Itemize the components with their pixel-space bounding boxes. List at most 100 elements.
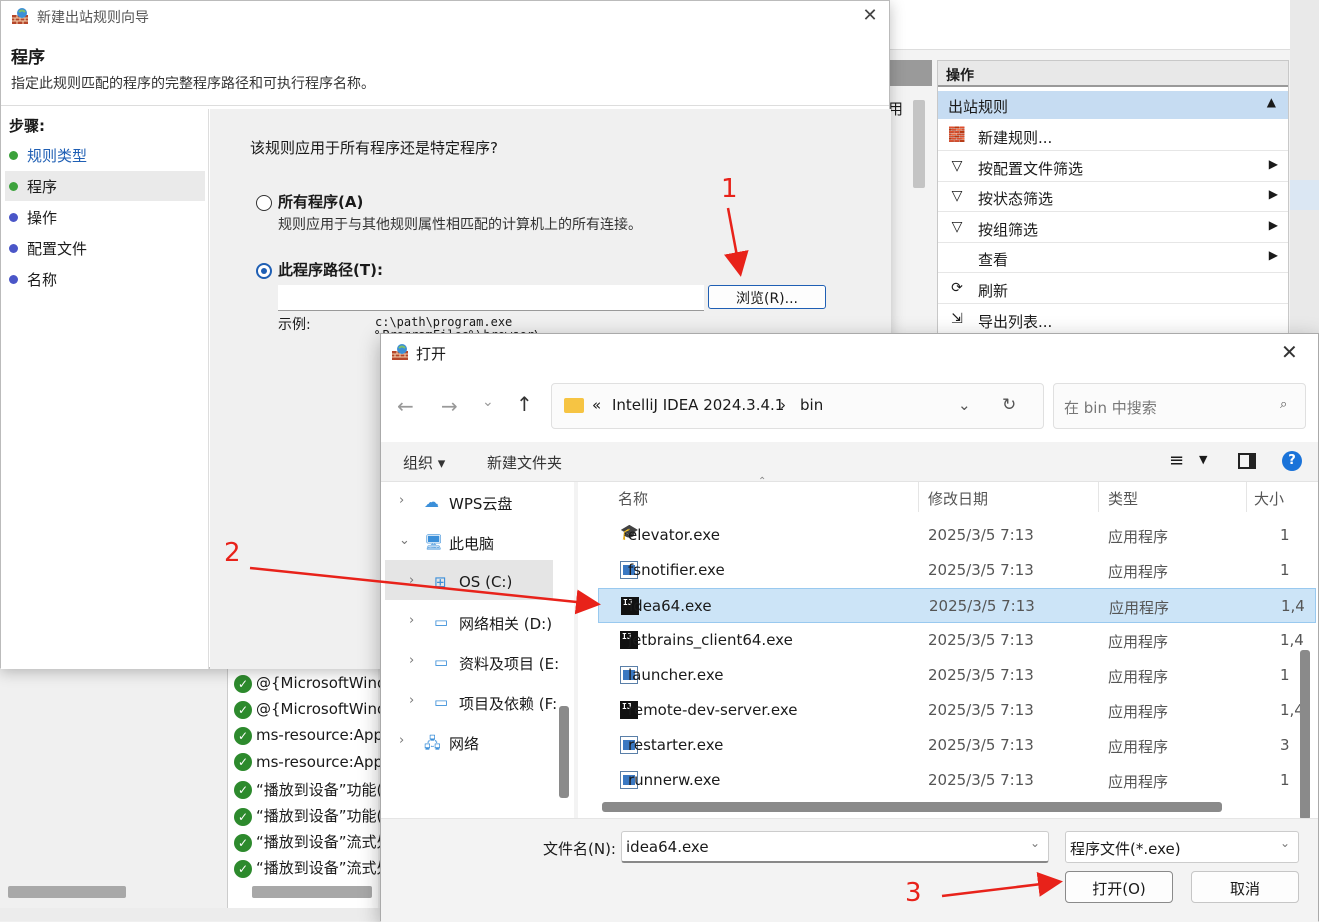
new-folder-button[interactable]: 新建文件夹 <box>487 452 562 473</box>
file-row[interactable]: fsnotifier.exe 2025/3/5 7:13 应用程序 1 <box>598 553 1316 588</box>
bg-h-scrollbar-left[interactable] <box>8 886 126 898</box>
nav-chevron-icon[interactable]: › <box>399 733 404 748</box>
col-size[interactable]: 大小 <box>1254 488 1284 509</box>
col-divider[interactable] <box>1098 482 1099 512</box>
file-type: 应用程序 <box>1108 738 1169 756</box>
wizard-step[interactable]: 操作 <box>5 202 205 232</box>
breadcrumb-overflow[interactable]: « <box>592 396 601 414</box>
rule-row[interactable]: ✓ “播放到设备”功能( <box>234 779 384 805</box>
refresh-icon[interactable]: ↻ <box>1002 395 1016 415</box>
filename-dropdown-icon[interactable]: ⌄ <box>1030 836 1040 850</box>
program-path-input[interactable] <box>278 285 704 311</box>
nav-chevron-icon[interactable]: › <box>409 613 414 628</box>
filetype-select[interactable]: 程序文件(*.exe) ⌄ <box>1065 831 1299 863</box>
nav-item-2[interactable]: › ⊞ OS (C:) <box>391 562 571 602</box>
search-icon[interactable]: ⌕ <box>1280 397 1287 412</box>
address-dropdown-icon[interactable]: ⌄ <box>958 396 971 414</box>
filter-icon: ▽ <box>951 157 963 174</box>
wizard-close-button[interactable]: ✕ <box>857 5 883 29</box>
rule-name: ms-resource:AppD <box>256 752 384 771</box>
open-close-button[interactable]: ✕ <box>1281 340 1298 364</box>
file-row[interactable]: restarter.exe 2025/3/5 7:13 应用程序 3 <box>598 728 1316 763</box>
action-item[interactable]: 🧱 新建规则... <box>938 121 1288 151</box>
rule-row[interactable]: ✓ “播放到设备”流式处 <box>234 857 384 883</box>
all-programs-label: 所有程序(A) <box>278 193 364 211</box>
forward-arrow-icon[interactable]: → <box>441 394 458 418</box>
file-row[interactable]: launcher.exe 2025/3/5 7:13 应用程序 1 <box>598 658 1316 693</box>
col-name[interactable]: 名称 <box>618 488 648 509</box>
action-item[interactable]: ▽ 按状态筛选 ▶ <box>938 182 1288 213</box>
files-v-scrollbar[interactable] <box>1300 650 1310 820</box>
wizard-step[interactable]: 配置文件 <box>5 233 205 263</box>
nav-item-3[interactable]: › ▭ 网络相关 (D:) <box>391 602 571 642</box>
rule-row[interactable]: ✓ @{MicrosoftWind <box>234 674 384 700</box>
submenu-arrow-icon: ▶ <box>1268 217 1278 232</box>
action-item[interactable]: ⇲ 导出列表... <box>938 305 1288 335</box>
col-divider[interactable] <box>1246 482 1247 512</box>
rule-row[interactable]: ✓ @{MicrosoftWind <box>234 700 384 726</box>
action-item[interactable]: ⟳ 刷新 <box>938 274 1288 304</box>
file-size: 1 <box>1280 771 1290 789</box>
search-box[interactable]: 在 bin 中搜索 ⌕ <box>1053 383 1306 429</box>
up-arrow-icon[interactable]: ↑ <box>516 392 533 416</box>
wizard-step[interactable]: 规则类型 <box>5 140 205 170</box>
filetype-dropdown-icon[interactable]: ⌄ <box>1280 836 1290 850</box>
file-row[interactable]: 🎓 elevator.exe 2025/3/5 7:13 应用程序 1 <box>598 518 1316 553</box>
wizard-step[interactable]: 名称 <box>5 264 205 294</box>
col-divider[interactable] <box>918 482 919 512</box>
nav-chevron-icon[interactable]: › <box>409 693 414 708</box>
col-date[interactable]: 修改日期 <box>928 488 988 509</box>
rule-name: @{MicrosoftWind <box>256 674 384 692</box>
filename-input[interactable]: idea64.exe ⌄ <box>621 831 1049 863</box>
address-bar[interactable]: « IntelliJ IDEA 2024.3.4.1 › bin ⌄ ↻ <box>551 383 1044 429</box>
nav-chevron-icon[interactable]: › <box>409 653 414 668</box>
nav-item-5[interactable]: › ▭ 项目及依赖 (F: <box>391 682 571 722</box>
all-programs-radio[interactable]: 所有程序(A) <box>256 191 363 212</box>
breadcrumb-parent[interactable]: IntelliJ IDEA 2024.3.4.1 <box>612 396 784 414</box>
breadcrumb-current[interactable]: bin <box>800 396 823 414</box>
step-label: 操作 <box>27 209 58 227</box>
bg-scrollbar[interactable] <box>913 100 925 188</box>
open-button[interactable]: 打开(O) <box>1065 871 1173 903</box>
wizard-step[interactable]: 程序 <box>5 171 205 201</box>
browse-button[interactable]: 浏览(R)... <box>708 285 826 309</box>
bg-h-scrollbar-right[interactable] <box>252 886 372 898</box>
view-dropdown-icon[interactable]: ▼ <box>1199 453 1207 466</box>
cancel-button[interactable]: 取消 <box>1191 871 1299 903</box>
organize-button[interactable]: 组织 ▾ <box>403 452 445 473</box>
step-label: 配置文件 <box>27 240 88 258</box>
bg-right-highlight <box>1290 180 1319 210</box>
file-row[interactable]: IJ jetbrains_client64.exe 2025/3/5 7:13 应用程… <box>598 623 1316 658</box>
firewall-app-icon <box>11 7 29 25</box>
action-item[interactable]: 查看 ▶ <box>938 243 1288 274</box>
rule-row[interactable]: ✓ ms-resource:AppD <box>234 726 384 752</box>
file-row[interactable]: runnerw.exe 2025/3/5 7:13 应用程序 1 <box>598 763 1316 798</box>
rule-row[interactable]: ✓ “播放到设备”功能( <box>234 805 384 831</box>
action-item[interactable]: ▽ 按组筛选 ▶ <box>938 213 1288 243</box>
rule-row[interactable]: ✓ “播放到设备”流式处 <box>234 831 384 857</box>
rule-row[interactable]: ✓ ms-resource:AppD <box>234 753 384 779</box>
filename-value: idea64.exe <box>626 838 709 856</box>
nav-scrollbar[interactable] <box>559 706 569 798</box>
nav-item-1[interactable]: ⌄ 🖥 此电脑 <box>391 522 571 562</box>
nav-chevron-icon[interactable]: ⌄ <box>399 533 410 548</box>
nav-chevron-icon[interactable]: › <box>409 573 414 588</box>
actions-section-outbound[interactable]: 出站规则 ▲ <box>938 91 1288 119</box>
col-type[interactable]: 类型 <box>1108 488 1138 509</box>
this-program-path-radio[interactable]: 此程序路径(T): <box>256 259 383 280</box>
action-item[interactable]: ▽ 按配置文件筛选 ▶ <box>938 152 1288 182</box>
nav-item-0[interactable]: › ☁ WPS云盘 <box>391 482 571 522</box>
enabled-check-icon: ✓ <box>234 753 252 772</box>
files-h-scrollbar[interactable] <box>602 802 1222 812</box>
sort-asc-icon: ⌃ <box>758 476 767 487</box>
preview-pane-icon[interactable] <box>1238 453 1256 469</box>
recent-chevron-icon[interactable]: ⌄ <box>482 394 494 410</box>
nav-item-4[interactable]: › ▭ 资料及项目 (E: <box>391 642 571 682</box>
nav-item-6[interactable]: › 🖧 网络 <box>391 722 571 762</box>
file-row[interactable]: IJ idea64.exe 2025/3/5 7:13 应用程序 1,4 <box>598 588 1316 623</box>
view-menu-icon[interactable]: ≡ <box>1169 450 1184 471</box>
nav-chevron-icon[interactable]: › <box>399 493 404 508</box>
back-arrow-icon[interactable]: ← <box>397 394 414 418</box>
help-icon[interactable]: ? <box>1282 451 1302 471</box>
file-row[interactable]: IJ remote-dev-server.exe 2025/3/5 7:13 应用程序… <box>598 693 1316 728</box>
